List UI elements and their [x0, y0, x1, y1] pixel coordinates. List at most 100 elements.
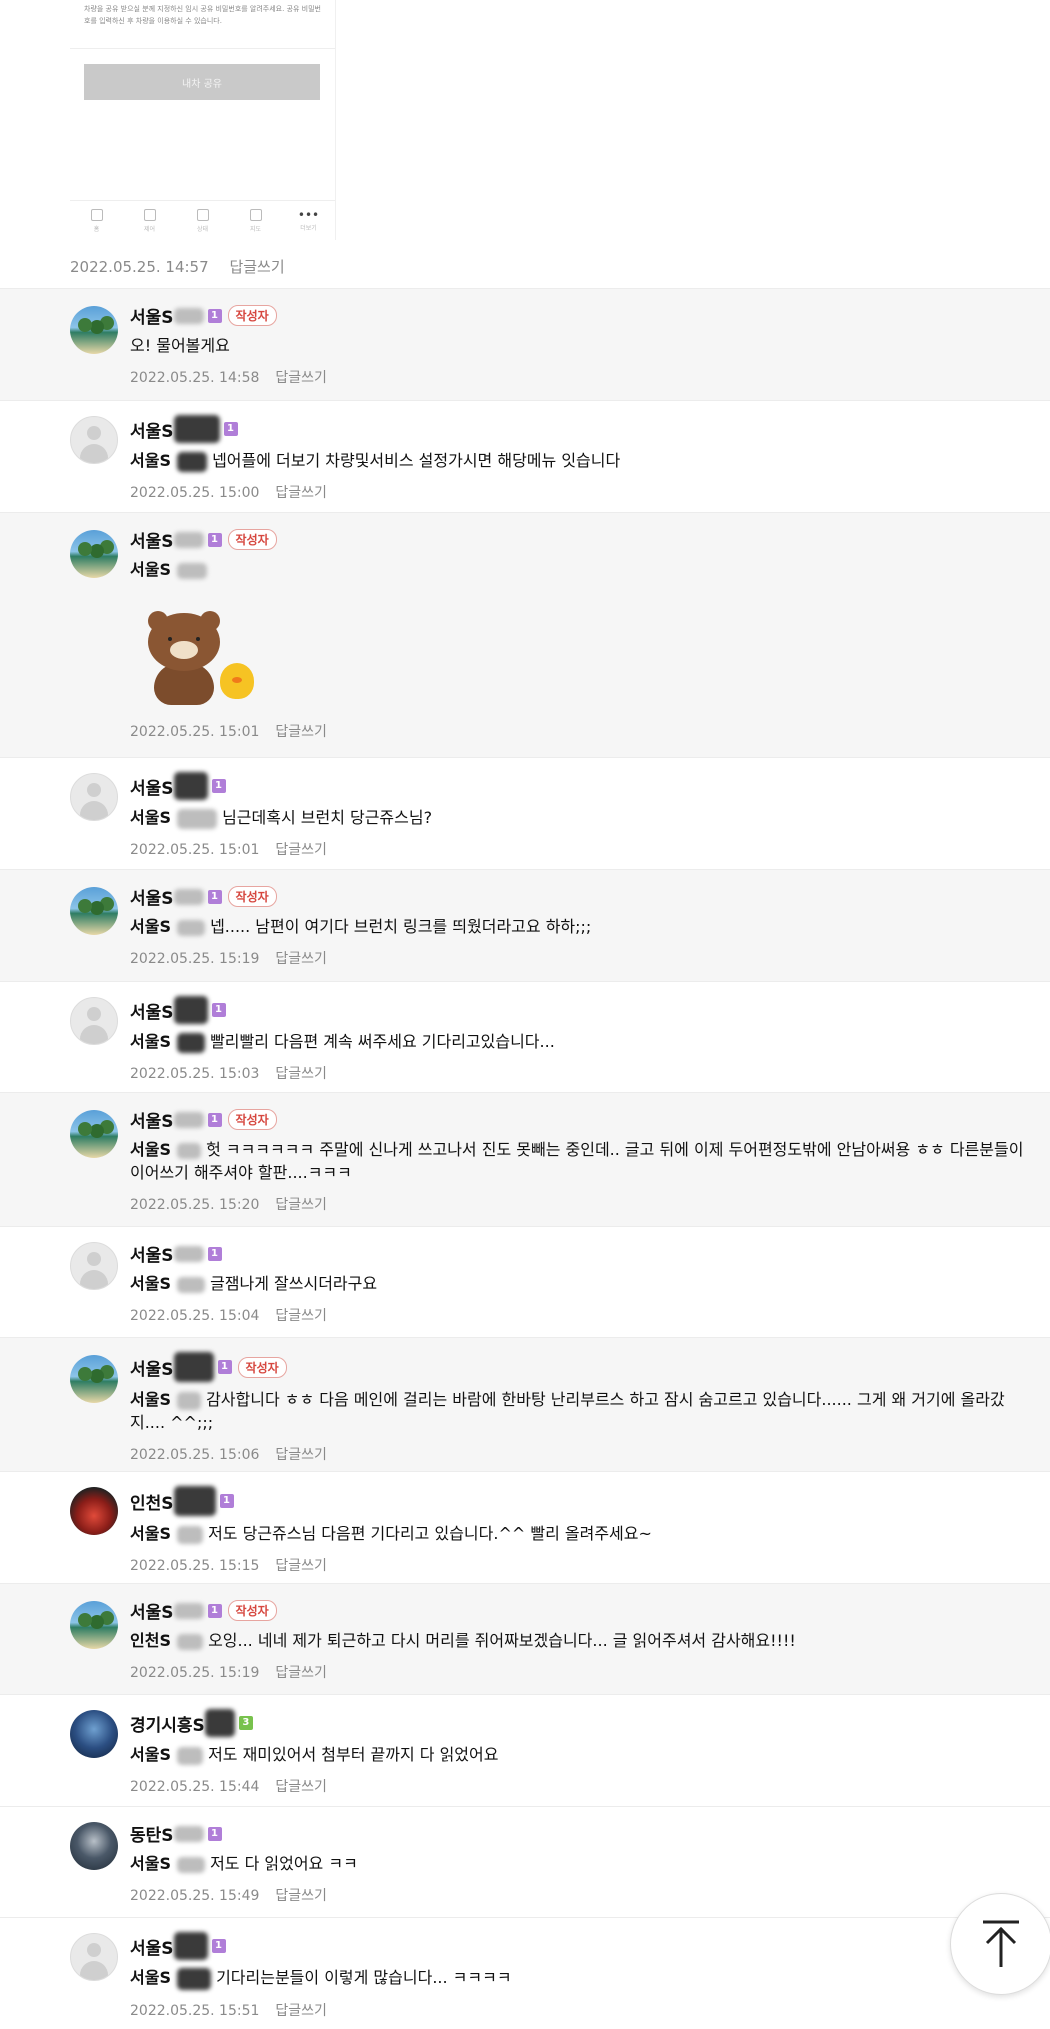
comment-text: 서울S 님근데혹시 브런치 당근쥬스님?: [130, 808, 433, 829]
comment-date: 2022.05.25. 15:19: [130, 1665, 260, 1681]
comment-list: 서울S 1 작성자 오! 물어볼게요 2022.05.25. 14:58 답글쓰기 서…: [0, 288, 1050, 2029]
reply-button[interactable]: 답글쓰기: [275, 1308, 327, 1324]
avatar[interactable]: [70, 1822, 118, 1870]
comment-text: 서울S 헛 ㅋㅋㅋㅋㅋㅋ 주말에 신나게 쓰고나서 진도 못빼는 중인데.. 글…: [130, 1140, 1024, 1182]
tab-map: 지도: [236, 209, 276, 233]
comment-date: 2022.05.25. 15:44: [130, 1779, 260, 1795]
comment-text: 서울S 저도 당근쥬스님 다음편 기다리고 있습니다.^^ 빨리 올려주세요~: [130, 1524, 652, 1544]
comment-date: 2022.05.25. 15:01: [130, 842, 260, 858]
scroll-to-top-button[interactable]: [950, 1893, 1050, 1995]
arrow-up-to-top-icon: [983, 1920, 1019, 1967]
avatar[interactable]: [70, 1601, 118, 1649]
level-badge: 1: [207, 1826, 222, 1841]
mention[interactable]: 서울S: [130, 1140, 171, 1159]
comment-author[interactable]: 인천S 1: [130, 1486, 1030, 1516]
comment-item: 서울S 1 작성자 인천S 오잉... 네네 제가 퇴근하고 다시 머리를 쥐어짜보…: [0, 1583, 1050, 1694]
comment-author[interactable]: 서울S 1 작성자: [130, 1598, 1030, 1623]
reply-button[interactable]: 답글쓰기: [275, 951, 327, 967]
comment-author[interactable]: 서울S 1: [130, 415, 1030, 443]
avatar[interactable]: [70, 1110, 118, 1158]
mention[interactable]: 인천S: [130, 1631, 171, 1650]
reply-button[interactable]: 답글쓰기: [275, 1779, 327, 1795]
comment-author[interactable]: 서울S 1 작성자: [130, 1352, 1030, 1382]
level-badge: 1: [223, 422, 238, 436]
avatar[interactable]: [70, 1242, 118, 1290]
comment-item: 서울S 1 작성자 서울S 감사합니다 ㅎㅎ 다음 메인에 걸리는 바람에 한바탕 …: [0, 1337, 1050, 1471]
comment-author[interactable]: 서울S 1 작성자: [130, 527, 1030, 552]
mention[interactable]: 서울S: [130, 1524, 171, 1543]
reply-button[interactable]: 답글쓰기: [229, 258, 284, 276]
avatar[interactable]: [70, 997, 118, 1045]
avatar[interactable]: [70, 530, 118, 578]
comment-author[interactable]: 서울S 1: [130, 996, 1030, 1024]
reply-button[interactable]: 답글쓰기: [275, 485, 327, 501]
bear-icon: [144, 611, 224, 705]
comment-item: 서울S 1 서울S 기다리는분들이 이렇게 많습니다... ㅋㅋㅋㅋ 2022.0…: [0, 1917, 1050, 2029]
level-badge: 1: [207, 889, 222, 904]
mention[interactable]: 서울S: [130, 451, 171, 470]
comment-text: 서울S 글잼나게 잘쓰시더라구요: [130, 1274, 378, 1293]
comment-item: 서울S 1 작성자 서울S 2022.05.25. 15:01 답글쓰기: [0, 512, 1050, 757]
reply-button[interactable]: 답글쓰기: [275, 1447, 327, 1463]
mention[interactable]: 서울S: [130, 808, 171, 827]
reply-button[interactable]: 답글쓰기: [275, 1665, 327, 1681]
reply-button[interactable]: 답글쓰기: [275, 842, 327, 858]
writer-badge: 작성자: [227, 1109, 277, 1130]
mention[interactable]: 서울S: [130, 1968, 171, 1987]
avatar[interactable]: [70, 1487, 118, 1535]
comment-date: 2022.05.25. 15:06: [130, 1447, 260, 1463]
embedded-app-screenshot: 차량을 공유 받으실 분께 지정하신 임시 공유 비밀번호를 알려주세요. 공유…: [70, 0, 336, 240]
post-date: 2022.05.25. 14:57: [70, 258, 209, 276]
post-meta: 2022.05.25. 14:57 답글쓰기: [70, 256, 301, 277]
comment-text: 인천S 오잉... 네네 제가 퇴근하고 다시 머리를 쥐어짜보겠습니다... …: [130, 1631, 796, 1650]
comment-author[interactable]: 서울S 1 작성자: [130, 1107, 1030, 1132]
avatar[interactable]: [70, 1933, 118, 1981]
mention[interactable]: 서울S: [130, 1032, 171, 1051]
comment-author[interactable]: 서울S 1 작성자: [130, 884, 1030, 909]
comment-text: 오! 물어볼게요: [130, 336, 230, 355]
level-badge: 1: [211, 779, 226, 793]
comment-item: 서울S 1 서울S 글잼나게 잘쓰시더라구요 2022.05.25. 15:04 답…: [0, 1226, 1050, 1337]
comment-item: 동탄S 1 서울S 저도 다 읽었어요 ㅋㅋ 2022.05.25. 15:49 답…: [0, 1806, 1050, 1917]
comment-author[interactable]: 서울S 1 작성자: [130, 303, 1030, 328]
comment-author[interactable]: 경기시흥S 3: [130, 1709, 1030, 1737]
comment-text: 서울S: [130, 558, 1030, 581]
reply-button[interactable]: 답글쓰기: [275, 2003, 327, 2019]
reply-button[interactable]: 답글쓰기: [275, 1558, 327, 1574]
writer-badge: 작성자: [237, 1356, 287, 1378]
writer-badge: 작성자: [227, 1600, 277, 1621]
avatar[interactable]: [70, 773, 118, 821]
navigation-icon: [249, 209, 262, 221]
level-badge: 1: [207, 1246, 222, 1261]
comment-text: 서울S 빨리빨리 다음편 계속 써주세요 기다리고있습니다...: [130, 1032, 555, 1053]
mention[interactable]: 서울S: [130, 1854, 171, 1873]
level-badge: 1: [207, 1603, 222, 1618]
comment-item: 서울S 1 서울S 님근데혹시 브런치 당근쥬스님? 2022.05.25. 15…: [0, 757, 1050, 869]
comment-author[interactable]: 서울S 1: [130, 1932, 1030, 1960]
comment-author[interactable]: 서울S 1: [130, 772, 1030, 800]
reply-button[interactable]: 답글쓰기: [275, 724, 327, 740]
mention[interactable]: 서울S: [130, 560, 171, 579]
mention[interactable]: 서울S: [130, 917, 171, 936]
comment-date: 2022.05.25. 15:15: [130, 1558, 260, 1574]
comment-author[interactable]: 동탄S 1: [130, 1821, 1030, 1846]
mention[interactable]: 서울S: [130, 1745, 171, 1764]
avatar[interactable]: [70, 1355, 118, 1403]
avatar[interactable]: [70, 887, 118, 935]
avatar[interactable]: [70, 416, 118, 464]
mention[interactable]: 서울S: [130, 1390, 171, 1409]
reply-button[interactable]: 답글쓰기: [275, 1888, 327, 1904]
comment-item: 경기시흥S 3 서울S 저도 재미있어서 첨부터 끝까지 다 읽었어요 2022.…: [0, 1694, 1050, 1806]
avatar[interactable]: [70, 306, 118, 354]
comment-item: 서울S 1 서울S 빨리빨리 다음편 계속 써주세요 기다리고있습니다... 20…: [0, 981, 1050, 1092]
tab-more: ••• 더보기: [297, 208, 320, 232]
avatar[interactable]: [70, 1710, 118, 1758]
level-badge: 1: [207, 308, 222, 323]
reply-button[interactable]: 답글쓰기: [275, 1066, 327, 1082]
comment-date: 2022.05.25. 14:58: [130, 370, 260, 386]
reply-button[interactable]: 답글쓰기: [275, 370, 327, 386]
mention[interactable]: 서울S: [130, 1274, 171, 1293]
reply-button[interactable]: 답글쓰기: [275, 1197, 327, 1213]
comment-text: 서울S 넵..... 남편이 여기다 브런치 링크를 띄웠더라고요 하하;;;: [130, 917, 592, 936]
comment-author[interactable]: 서울S 1: [130, 1241, 1030, 1266]
